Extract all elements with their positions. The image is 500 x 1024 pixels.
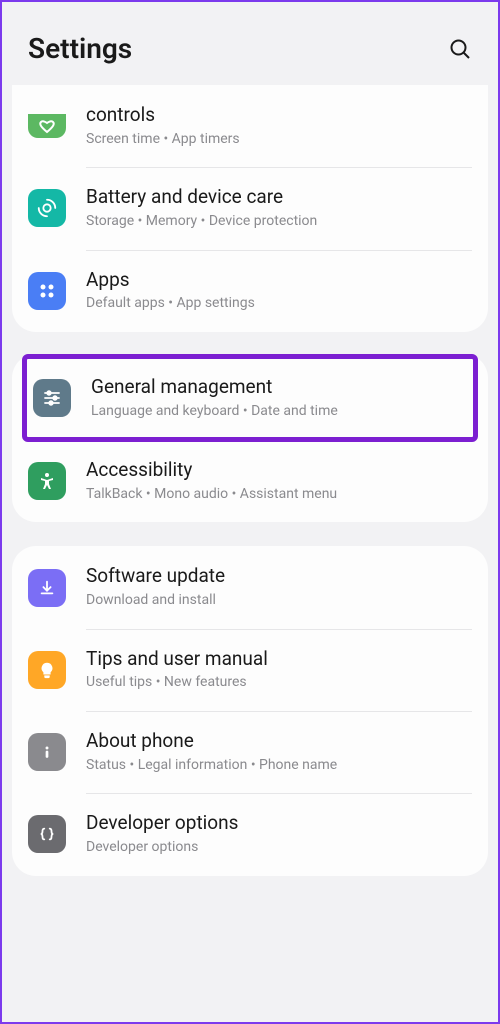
item-subtitle: Status • Legal information • Phone name — [86, 756, 472, 776]
settings-item-developer-options[interactable]: Developer options Developer options — [28, 793, 472, 875]
settings-group: Software update Download and install Tip… — [12, 546, 488, 875]
heart-icon — [28, 114, 66, 138]
settings-item-apps[interactable]: Apps Default apps • App settings — [28, 250, 472, 332]
item-subtitle: Default apps • App settings — [86, 294, 472, 314]
highlight-annotation: General management Language and keyboard… — [22, 354, 478, 442]
item-title: General management — [91, 375, 467, 400]
item-subtitle: Download and install — [86, 591, 472, 611]
item-subtitle: Storage • Memory • Device protection — [86, 212, 472, 232]
item-text: General management Language and keyboard… — [91, 375, 467, 421]
info-icon — [28, 733, 66, 771]
header: Settings — [2, 2, 498, 85]
item-title: Tips and user manual — [86, 647, 472, 672]
item-text: Software update Download and install — [86, 564, 472, 610]
settings-group: General management Language and keyboard… — [12, 354, 488, 523]
item-text: About phone Status • Legal information •… — [86, 729, 472, 775]
item-subtitle: TalkBack • Mono audio • Assistant menu — [86, 485, 472, 505]
item-text: Apps Default apps • App settings — [86, 268, 472, 314]
item-title: Battery and device care — [86, 185, 472, 210]
item-subtitle: Screen time • App timers — [86, 130, 472, 150]
item-text: Battery and device care Storage • Memory… — [86, 185, 472, 231]
update-icon — [28, 569, 66, 607]
search-button[interactable] — [448, 37, 472, 61]
apps-icon — [28, 272, 66, 310]
settings-item-general-management[interactable]: General management Language and keyboard… — [33, 375, 467, 421]
search-icon — [448, 37, 472, 61]
item-title: Apps — [86, 268, 472, 293]
developer-icon — [28, 815, 66, 853]
item-subtitle: Language and keyboard • Date and time — [91, 402, 467, 422]
settings-group: controls Screen time • App timers Batter… — [12, 85, 488, 332]
item-title: About phone — [86, 729, 472, 754]
item-text: controls Screen time • App timers — [86, 103, 472, 149]
item-title: controls — [86, 103, 472, 128]
settings-item-controls[interactable]: controls Screen time • App timers — [28, 85, 472, 167]
settings-item-accessibility[interactable]: Accessibility TalkBack • Mono audio • As… — [28, 440, 472, 522]
page-title: Settings — [28, 32, 132, 65]
item-title: Developer options — [86, 811, 472, 836]
item-text: Tips and user manual Useful tips • New f… — [86, 647, 472, 693]
care-icon — [28, 189, 66, 227]
item-title: Software update — [86, 564, 472, 589]
sliders-icon — [33, 379, 71, 417]
settings-item-about-phone[interactable]: About phone Status • Legal information •… — [28, 711, 472, 793]
item-text: Accessibility TalkBack • Mono audio • As… — [86, 458, 472, 504]
item-title: Accessibility — [86, 458, 472, 483]
item-subtitle: Developer options — [86, 838, 472, 858]
item-text: Developer options Developer options — [86, 811, 472, 857]
accessibility-icon — [28, 462, 66, 500]
item-subtitle: Useful tips • New features — [86, 673, 472, 693]
settings-item-battery-care[interactable]: Battery and device care Storage • Memory… — [28, 167, 472, 249]
settings-item-tips[interactable]: Tips and user manual Useful tips • New f… — [28, 629, 472, 711]
lightbulb-icon — [28, 651, 66, 689]
settings-item-software-update[interactable]: Software update Download and install — [28, 546, 472, 628]
